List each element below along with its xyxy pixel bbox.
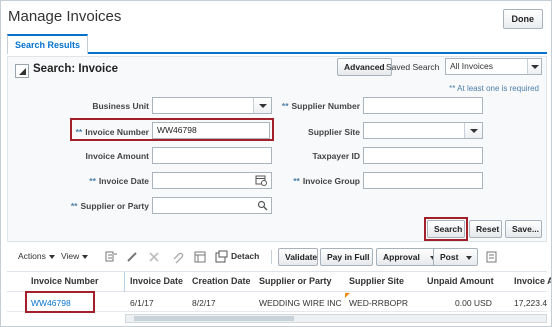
chevron-down-icon: [466, 255, 473, 260]
horizontal-scrollbar[interactable]: [125, 314, 547, 323]
required-note: ** At least one is required: [449, 84, 539, 93]
supplier-site-cell: WED-RRBOPR: [349, 298, 409, 308]
chevron-down-icon[interactable]: [464, 123, 482, 138]
pay-in-full-button[interactable]: Pay in Full: [320, 248, 373, 266]
saved-search-label: Saved Search: [386, 62, 440, 72]
saved-search-select[interactable]: All Invoices: [445, 58, 542, 75]
invoice-group-field[interactable]: [363, 172, 483, 189]
panel-title: Search: Invoice: [33, 63, 119, 75]
attachment-icon[interactable]: [170, 250, 184, 264]
column-header[interactable]: Supplier Site: [349, 276, 404, 286]
actions-menu[interactable]: Actions: [18, 251, 55, 261]
invoice-group-label-wrap: ** Invoice Group: [271, 176, 360, 186]
invoice-amount-label: Invoice Amount: [85, 151, 149, 161]
more-actions-icon[interactable]: [485, 250, 499, 264]
delete-icon[interactable]: [147, 250, 161, 264]
chevron-down-icon: [82, 254, 89, 259]
done-button[interactable]: Done: [502, 9, 543, 29]
column-header[interactable]: Unpaid Amount: [427, 276, 494, 286]
chevron-down-icon[interactable]: [253, 98, 271, 113]
table-header-row: Invoice Number Invoice Date Creation Dat…: [7, 272, 551, 292]
search-icon[interactable]: [257, 200, 269, 212]
collapse-panel-icon[interactable]: [15, 64, 29, 78]
view-menu[interactable]: View: [61, 251, 89, 261]
invoice-number-highlight: [70, 118, 274, 141]
supplier-number-label-wrap: ** Supplier Number: [271, 101, 360, 111]
saved-search-value: All Invoices: [450, 61, 493, 71]
tab-strip: Search Results: [7, 34, 547, 54]
manage-invoices-window: Manage Invoices Done Search Results Sear…: [0, 0, 552, 327]
edit-icon[interactable]: [125, 250, 139, 264]
invoice-date-field[interactable]: [152, 172, 272, 189]
chevron-down-icon: [48, 254, 55, 259]
tab-search-results[interactable]: Search Results: [7, 34, 89, 54]
supplier-or-party-label: Supplier or Party: [80, 201, 150, 211]
column-header[interactable]: Invoice A: [514, 276, 551, 286]
reset-button[interactable]: Reset: [469, 220, 502, 238]
supplier-or-party-field[interactable]: [152, 197, 272, 214]
chevron-down-icon[interactable]: [527, 59, 541, 74]
column-header[interactable]: Supplier or Party: [259, 276, 332, 286]
search-button-highlight: [424, 217, 468, 241]
column-header[interactable]: Creation Date: [192, 276, 251, 286]
invoice-amount-field[interactable]: [152, 147, 272, 164]
supplier-cell: WEDDING WIRE INC: [259, 298, 342, 308]
column-header[interactable]: Invoice Date: [130, 276, 183, 286]
validate-button[interactable]: Validate: [278, 248, 318, 266]
freeze-icon[interactable]: [193, 250, 207, 264]
taxpayer-id-label: Taxpayer ID: [312, 151, 360, 161]
invoice-number-row-highlight: [25, 291, 95, 313]
supplier-site-select[interactable]: [363, 122, 483, 139]
required-marker: **: [293, 176, 300, 186]
page-title: Manage Invoices: [8, 8, 122, 25]
taxpayer-id-field[interactable]: [363, 147, 483, 164]
invoice-group-label: Invoice Group: [302, 176, 360, 186]
supplier-or-party-label-wrap: ** Supplier or Party: [61, 201, 149, 211]
toolbar-divider: [271, 250, 272, 264]
required-marker: **: [281, 101, 289, 111]
invoice-date-label-wrap: ** Invoice Date: [61, 176, 149, 186]
save-button[interactable]: Save...: [505, 220, 542, 238]
creation-date-cell: 8/2/17: [192, 298, 216, 308]
unpaid-amount-cell: 0.00 USD: [455, 298, 492, 308]
results-table: Invoice Number Invoice Date Creation Dat…: [7, 271, 551, 324]
business-unit-label: Business Unit: [92, 101, 149, 111]
supplier-number-field[interactable]: [363, 97, 483, 114]
format-icon[interactable]: [104, 250, 118, 264]
detach-icon[interactable]: [214, 250, 228, 264]
required-marker: **: [70, 201, 78, 211]
post-menu-button[interactable]: Post: [433, 248, 478, 266]
advanced-button[interactable]: Advanced: [337, 58, 392, 76]
detach-button[interactable]: Detach: [231, 251, 259, 261]
invoice-date-cell: 6/1/17: [130, 298, 154, 308]
results-toolbar: Actions View Detach Validate Pay in Full…: [7, 246, 547, 268]
supplier-site-label: Supplier Site: [308, 127, 360, 137]
column-header[interactable]: Invoice Number: [31, 276, 99, 286]
required-marker: **: [89, 176, 96, 186]
invoice-date-label: Invoice Date: [98, 176, 149, 186]
business-unit-select[interactable]: [152, 97, 272, 114]
invoice-amount-cell: 17,223.4: [514, 298, 548, 308]
supplier-number-label: Supplier Number: [291, 101, 360, 111]
calendar-icon[interactable]: [255, 174, 267, 186]
scrollbar-thumb[interactable]: [134, 316, 294, 321]
